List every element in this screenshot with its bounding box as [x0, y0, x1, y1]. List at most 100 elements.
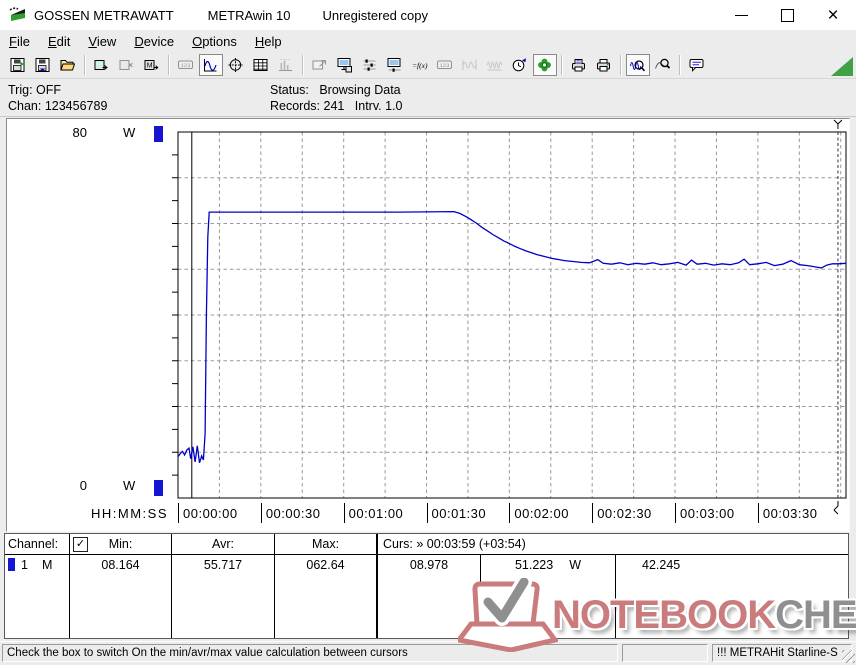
- statusbar-middle-field: [622, 644, 708, 662]
- max-value: 062.64: [275, 555, 377, 638]
- x-axis-tick: [343, 503, 345, 523]
- browse-status: Status: Browsing Data: [270, 83, 401, 97]
- menu-item-options[interactable]: Options: [183, 32, 246, 51]
- live-record-button[interactable]: [532, 54, 557, 76]
- close-button[interactable]: ×: [810, 0, 856, 30]
- crosshair-cursors-icon: [228, 58, 243, 72]
- channel-value-table: Channel: ✓ Min: Avr: Max: Curs: » 00:03:…: [4, 533, 849, 639]
- zoom-curve-button[interactable]: [651, 54, 675, 76]
- data-table-icon: [253, 59, 268, 71]
- menu-item-file[interactable]: File: [0, 32, 39, 51]
- y-axis-bottom-marker[interactable]: [154, 480, 163, 496]
- print-icon: [597, 59, 610, 72]
- x-axis-tick-label: 00:02:30: [597, 506, 652, 521]
- screen-save-button[interactable]: [333, 54, 357, 76]
- device-memory-button[interactable]: M: [140, 54, 164, 76]
- cursor2-unit: W: [569, 558, 582, 572]
- screen-save-icon: [337, 58, 352, 73]
- header-channel: Channel:: [5, 534, 70, 554]
- numeric-display-icon: 123: [178, 60, 193, 69]
- statusbar-hint-text: Check the box to switch On the min/avr/m…: [2, 644, 618, 662]
- acquisition-info-panel: Trig: OFF Chan: 123456789 Status: Browsi…: [0, 79, 856, 117]
- device-memory-icon: M: [144, 60, 159, 70]
- secondary-display-button: 123: [433, 54, 457, 76]
- display-config-button[interactable]: [383, 54, 407, 76]
- save-data-button[interactable]: [6, 54, 30, 76]
- save-data-icon: [10, 58, 25, 72]
- close-icon: ×: [827, 4, 839, 26]
- x-axis-tick-label: 00:01:30: [431, 506, 487, 521]
- zoom-curve-icon: [655, 58, 671, 69]
- minimize-button[interactable]: [718, 0, 764, 30]
- toolbar-green-triangle-icon: [831, 57, 853, 76]
- channel-mode: M: [41, 558, 53, 572]
- channel-config-button[interactable]: [358, 54, 382, 76]
- toolbar-separator: [620, 55, 621, 75]
- title-app-name: GOSSEN METRAWATT: [34, 7, 174, 23]
- menu-item-device[interactable]: Device: [125, 32, 183, 51]
- min-value: 08.164: [70, 555, 172, 638]
- header-max: Max:: [275, 534, 377, 554]
- x-axis-tick: [592, 503, 594, 523]
- y-axis-top-marker[interactable]: [154, 126, 163, 142]
- numeric-display-button: 123: [174, 54, 198, 76]
- x-axis-tick: [509, 503, 511, 523]
- avr-value: 55.717: [172, 555, 275, 638]
- records-interval: Records: 241 Intrv. 1.0: [270, 99, 403, 113]
- x-axis-tick-label: 00:00:30: [265, 506, 321, 521]
- title-bar: GOSSEN METRAWATT METRAwin 10 Unregistere…: [0, 0, 856, 30]
- cursor-diff-value: 42.245: [642, 558, 681, 572]
- print-button[interactable]: [592, 54, 616, 76]
- x-axis-row: HH:MM:SS 00:00:00 00:00:30 00:01:00 00:01:3…: [7, 503, 849, 525]
- y-axis-unit-bottom: W: [123, 478, 137, 493]
- channel-cell: 1 M: [5, 555, 70, 638]
- svg-text:123: 123: [440, 62, 450, 69]
- statusbar-device-text: !!! METRAHit Starline-S: [712, 644, 852, 662]
- print-preview-button[interactable]: [567, 54, 591, 76]
- wave-multi-button: [483, 54, 507, 76]
- export-window-icon: [312, 60, 326, 70]
- open-file-button[interactable]: [56, 54, 80, 76]
- curve-chart-button[interactable]: [198, 54, 223, 76]
- toolbar-separator: [561, 55, 562, 75]
- menu-item-help[interactable]: Help: [246, 32, 291, 51]
- device-read-icon: [94, 60, 108, 70]
- x-axis-tick: [426, 503, 428, 523]
- chart-panel[interactable]: 80 W 0 W HH:MM:SS 00:00:00 00:00:30 00:01:…: [6, 118, 850, 532]
- save-as-button[interactable]: [31, 54, 55, 76]
- zoom-signal-button[interactable]: [625, 54, 650, 76]
- wave-multi-icon: [487, 61, 502, 71]
- interval-timer-button[interactable]: [508, 54, 532, 76]
- crosshair-cursors-button[interactable]: [224, 54, 248, 76]
- status-bar: Check the box to switch On the min/avr/m…: [0, 641, 856, 665]
- resize-grip[interactable]: [842, 650, 855, 663]
- maximize-button[interactable]: [764, 0, 810, 30]
- wave-single-icon: [462, 60, 477, 70]
- svg-text:123: 123: [181, 62, 191, 69]
- y-axis-unit-top: W: [123, 125, 137, 140]
- header-min: ✓ Min:: [70, 534, 172, 554]
- header-avr: Avr:: [172, 534, 275, 554]
- histogram-icon: [279, 59, 292, 71]
- menu-item-view[interactable]: View: [79, 32, 125, 51]
- histogram-button: [274, 54, 298, 76]
- channel-config-icon: [363, 59, 376, 71]
- svg-text:M: M: [147, 63, 153, 70]
- data-table-button[interactable]: [249, 54, 273, 76]
- open-file-icon: [60, 60, 76, 71]
- formula-button[interactable]: =f(x): [408, 54, 432, 76]
- interval-timer-icon: [512, 58, 526, 72]
- menu-item-edit[interactable]: Edit: [39, 32, 79, 51]
- display-config-icon: [387, 58, 401, 72]
- x-axis-tick: [260, 503, 262, 523]
- wave-single-button: [458, 54, 482, 76]
- annotation-button[interactable]: [685, 54, 709, 76]
- app-logo-icon: [9, 7, 25, 21]
- device-read-button[interactable]: [90, 54, 114, 76]
- minmax-calc-checkbox[interactable]: ✓: [73, 537, 88, 552]
- minimize-icon: [734, 14, 748, 16]
- power-trend-chart[interactable]: [7, 119, 849, 531]
- secondary-display-icon: 123: [437, 60, 452, 69]
- formula-icon: =f(x): [412, 61, 428, 70]
- header-min-label: Min:: [108, 537, 133, 551]
